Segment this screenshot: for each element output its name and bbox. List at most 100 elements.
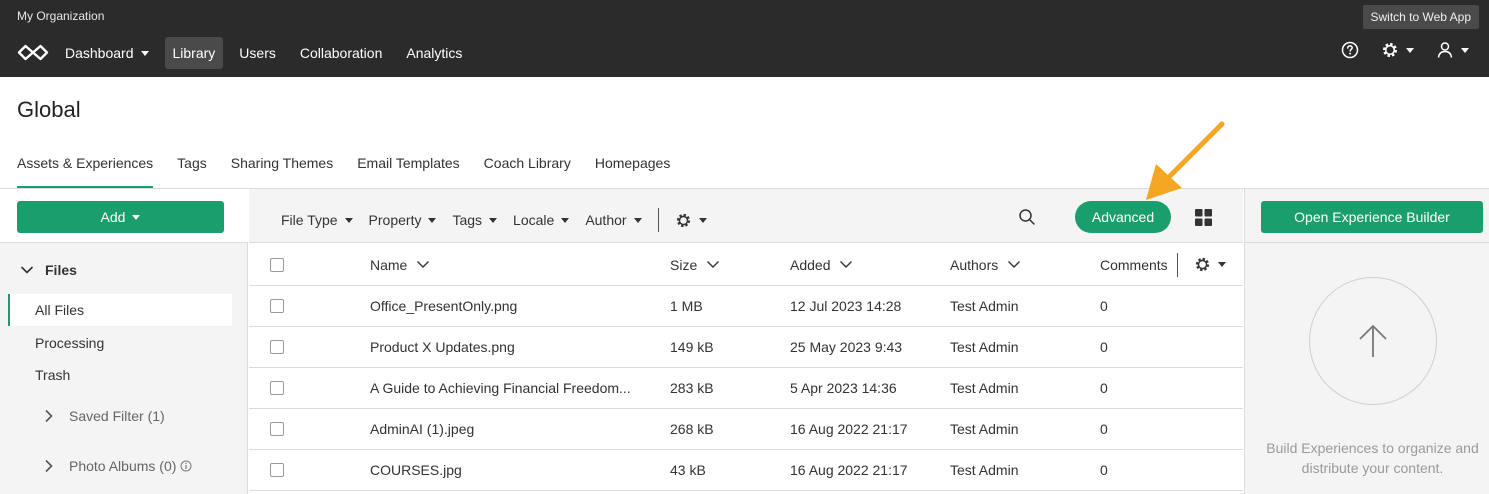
row-select-cell — [270, 368, 284, 408]
file-comments: 0 — [1100, 462, 1108, 478]
tab-assets-experiences[interactable]: Assets & Experiences — [17, 151, 154, 188]
file-size: 1 MB — [670, 298, 703, 314]
file-comments: 0 — [1100, 298, 1108, 314]
gear-icon — [676, 213, 690, 227]
file-name[interactable]: AdminAI (1).jpeg — [370, 409, 474, 449]
page-title: Global — [17, 97, 81, 122]
right-panel-top: Open Experience Builder — [1245, 189, 1489, 243]
help-button[interactable] — [1341, 41, 1359, 59]
nav-library-label: Library — [172, 45, 216, 61]
user-menu-button[interactable] — [1436, 41, 1469, 59]
file-authors: Test Admin — [950, 462, 1019, 478]
chevron-down-icon — [489, 217, 498, 223]
sidebar-item-all-files[interactable]: All Files — [8, 294, 232, 326]
main-nav: Dashboard Library Users Collaboration An… — [57, 37, 478, 69]
tab-coach-library[interactable]: Coach Library — [484, 151, 571, 188]
nav-library[interactable]: Library — [164, 37, 224, 69]
column-header-name[interactable]: Name — [370, 244, 430, 285]
filter-locale[interactable]: Locale — [513, 212, 570, 228]
add-button[interactable]: Add — [17, 201, 224, 233]
nav-collaboration[interactable]: Collaboration — [292, 37, 391, 69]
filter-label: Author — [585, 212, 627, 228]
filter-tags[interactable]: Tags — [452, 212, 498, 228]
row-checkbox[interactable] — [270, 463, 284, 477]
nav-users[interactable]: Users — [231, 37, 284, 69]
files-table: Name Size Added Authors Comments Office_… — [249, 244, 1243, 491]
tab-tags[interactable]: Tags — [177, 151, 207, 188]
chevron-down-icon — [698, 217, 707, 223]
file-added: 25 May 2023 9:43 — [790, 339, 903, 355]
photo-albums-label: Photo Albums (0) — [69, 458, 177, 474]
filter-label: Tags — [452, 212, 483, 228]
column-header-size[interactable]: Size — [670, 244, 720, 285]
upload-circle[interactable] — [1309, 277, 1437, 405]
open-experience-builder-button[interactable]: Open Experience Builder — [1261, 201, 1483, 233]
saved-filter-label: Saved Filter (1) — [69, 408, 165, 424]
tab-homepages[interactable]: Homepages — [595, 151, 671, 188]
table-row[interactable]: AdminAI (1).jpeg 268 kB 16 Aug 2022 21:1… — [249, 409, 1243, 450]
file-name[interactable]: COURSES.jpg — [370, 450, 462, 490]
filter-label: Locale — [513, 212, 555, 228]
sidebar-item-trash[interactable]: Trash — [8, 359, 232, 391]
files-section-label: Files — [45, 262, 77, 278]
chevron-down-icon — [1008, 261, 1021, 268]
chevron-down-icon — [707, 261, 720, 268]
column-comments-label: Comments — [1100, 256, 1168, 273]
column-added-label: Added — [790, 256, 831, 273]
info-icon[interactable] — [180, 460, 192, 472]
nav-dashboard[interactable]: Dashboard — [57, 37, 157, 69]
select-all-cell — [270, 244, 284, 285]
table-row[interactable]: Product X Updates.png 149 kB 25 May 2023… — [249, 327, 1243, 368]
logo-icon[interactable] — [17, 44, 49, 61]
column-header-authors[interactable]: Authors — [950, 244, 1021, 285]
toolbar-divider — [657, 208, 659, 232]
nav-analytics[interactable]: Analytics — [398, 37, 470, 69]
column-name-label: Name — [370, 256, 408, 273]
row-select-cell — [270, 409, 284, 449]
filter-file-type[interactable]: File Type — [281, 212, 353, 228]
sidebar-item-processing[interactable]: Processing — [8, 327, 232, 359]
row-checkbox[interactable] — [270, 340, 284, 354]
row-select-cell — [270, 327, 284, 367]
tab-email-templates[interactable]: Email Templates — [357, 151, 459, 188]
filter-property[interactable]: Property — [369, 212, 437, 228]
saved-filter-toggle[interactable]: Saved Filter (1) — [44, 408, 165, 424]
filter-author[interactable]: Author — [585, 212, 642, 228]
nav-collaboration-label: Collaboration — [299, 45, 383, 61]
column-header-added[interactable]: Added — [790, 244, 853, 285]
nav-dashboard-label: Dashboard — [65, 45, 134, 61]
photo-albums-toggle[interactable]: Photo Albums (0) — [44, 458, 192, 474]
filter-label: File Type — [281, 212, 338, 228]
right-panel: Open Experience Builder Build Experience… — [1244, 189, 1489, 494]
file-name[interactable]: Office_PresentOnly.png — [370, 286, 517, 326]
row-select-cell — [270, 286, 284, 326]
select-all-checkbox[interactable] — [270, 257, 284, 272]
table-row[interactable]: COURSES.jpg 43 kB 16 Aug 2022 21:17 Test… — [249, 450, 1243, 491]
annotation-arrow-icon — [1146, 121, 1225, 200]
files-section-toggle[interactable]: Files — [20, 262, 77, 278]
settings-menu-button[interactable] — [1381, 41, 1414, 59]
table-row[interactable]: A Guide to Achieving Financial Freedom..… — [249, 368, 1243, 409]
column-size-label: Size — [670, 256, 698, 273]
chevron-down-icon — [1461, 47, 1469, 53]
file-added: 5 Apr 2023 14:36 — [790, 380, 897, 396]
tab-sharing-themes[interactable]: Sharing Themes — [231, 151, 333, 188]
file-authors: Test Admin — [950, 380, 1019, 396]
file-name[interactable]: Product X Updates.png — [370, 327, 515, 367]
row-checkbox[interactable] — [270, 381, 284, 395]
column-header-comments[interactable]: Comments — [1100, 244, 1168, 285]
row-checkbox[interactable] — [270, 299, 284, 313]
file-name[interactable]: A Guide to Achieving Financial Freedom..… — [370, 368, 631, 408]
switch-to-web-app-button[interactable]: Switch to Web App — [1362, 5, 1479, 29]
filter-settings-button[interactable] — [675, 212, 707, 229]
header-divider — [1177, 253, 1178, 277]
table-row[interactable]: Office_PresentOnly.png 1 MB 12 Jul 2023 … — [249, 286, 1243, 327]
chevron-right-icon — [45, 459, 53, 473]
grid-view-icon[interactable] — [1195, 209, 1212, 226]
column-settings-button[interactable] — [1194, 244, 1226, 285]
chevron-down-icon — [1406, 47, 1414, 53]
search-icon[interactable] — [1018, 208, 1036, 226]
row-checkbox[interactable] — [270, 422, 284, 436]
filter-label: Property — [368, 212, 422, 228]
file-size: 149 kB — [670, 339, 714, 355]
